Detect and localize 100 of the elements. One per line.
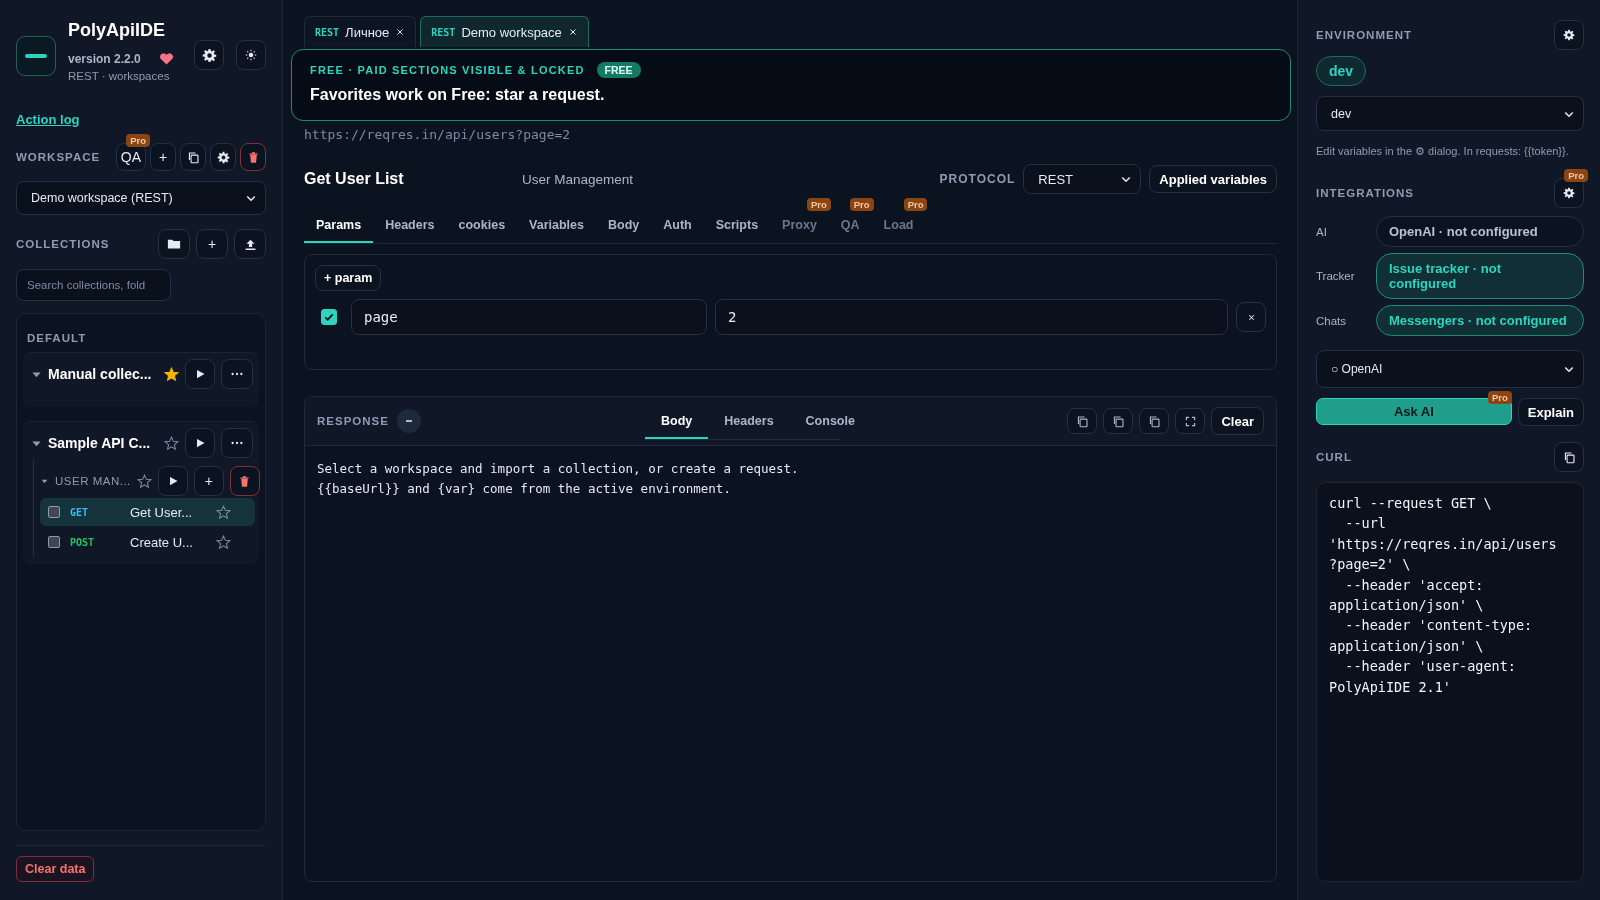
version-label: version 2.2.0: [68, 51, 141, 66]
response-text: Select a workspace and import a collection, or create a request.: [317, 460, 800, 478]
add-collection-button[interactable]: +: [196, 229, 228, 259]
param-value-field[interactable]: 2: [715, 299, 1228, 335]
workspace-label: WORKSPACE: [16, 151, 102, 163]
copy-button[interactable]: [1139, 408, 1170, 434]
copy-icon: [1562, 450, 1576, 464]
settings-icon: [1563, 29, 1575, 41]
workspace-settings-button[interactable]: [210, 143, 236, 171]
ai-provider-select[interactable]: ○ OpenAI: [1316, 350, 1584, 388]
curl-code: curl --request GET \ --url 'https://reqres.in/api/users ?page=2' \ --header 'accept: application/json' \ --header 'content-type: application/json' \ --header 'user-agent: PolyApiIDE 2.1': [1316, 482, 1584, 882]
environment-settings-button[interactable]: [1554, 20, 1584, 50]
method-label: POST: [70, 536, 96, 548]
request-title: Get User List: [304, 170, 405, 188]
run-button[interactable]: [185, 359, 215, 389]
request-tab[interactable]: Load: [871, 212, 926, 243]
integration-button[interactable]: Issue tracker · not configured: [1376, 253, 1584, 299]
collection-name[interactable]: Manual collec...: [48, 366, 158, 382]
trash-icon: [246, 150, 260, 164]
response-label: RESPONSE: [317, 415, 389, 427]
group-label: DEFAULT: [26, 331, 88, 346]
tab-title: Личное: [345, 24, 390, 40]
pro-badge: Pro: [1487, 391, 1512, 404]
qa-button[interactable]: QA: [115, 143, 146, 171]
workspace-tab[interactable]: REST Личное: [304, 16, 417, 47]
integration-button[interactable]: OpenAI · not configured: [1376, 216, 1584, 247]
request-tab[interactable]: cookies: [446, 212, 518, 243]
search-field[interactable]: Search collections, fold: [16, 269, 171, 301]
add-request-button[interactable]: +: [193, 466, 224, 496]
add-workspace-button[interactable]: +: [150, 143, 176, 171]
protocol-select[interactable]: REST: [1023, 164, 1142, 194]
star-icon[interactable]: [136, 473, 152, 489]
integration-label: Tracker: [1316, 270, 1356, 282]
integrations-label: INTEGRATIONS: [1316, 187, 1415, 199]
environment-select[interactable]: dev: [1316, 96, 1584, 131]
pro-badge: Pro: [126, 134, 150, 147]
integrations-settings-button[interactable]: [1554, 178, 1584, 208]
workspace-select[interactable]: Demo workspace (REST): [16, 181, 266, 215]
copy-button[interactable]: [1554, 442, 1584, 472]
checkbox[interactable]: [48, 536, 60, 548]
protocol-tag: REST: [315, 26, 340, 38]
import-button[interactable]: [234, 229, 266, 259]
heart-icon: [158, 51, 174, 66]
tab-title: Demo workspace: [461, 24, 562, 40]
copy-button[interactable]: [1103, 408, 1134, 434]
request-tab[interactable]: Headers: [373, 212, 447, 243]
checkbox[interactable]: [321, 309, 337, 325]
request-tab[interactable]: QA: [828, 212, 872, 243]
collection-name[interactable]: Sample API C...: [48, 435, 158, 451]
star-icon[interactable]: [216, 534, 231, 550]
copy-button[interactable]: [1067, 408, 1098, 434]
fullscreen-button[interactable]: [1175, 408, 1206, 434]
pro-badge: Pro: [1564, 169, 1588, 182]
integration-button[interactable]: Messengers · not configured: [1376, 305, 1584, 336]
checkbox[interactable]: [48, 506, 60, 518]
applied-variables-button[interactable]: Applied variables: [1149, 165, 1277, 193]
theme-button[interactable]: [236, 40, 266, 70]
action-log-link[interactable]: Action log: [16, 112, 80, 127]
run-button[interactable]: [157, 466, 188, 496]
run-button[interactable]: [185, 428, 215, 458]
add-param-button[interactable]: + param: [315, 265, 382, 291]
delete-button[interactable]: [229, 466, 260, 496]
clear-data-button[interactable]: Clear data: [16, 856, 95, 882]
param-key-field[interactable]: page: [351, 299, 707, 335]
integration-label: AI: [1316, 225, 1328, 238]
response-tab[interactable]: Headers: [708, 402, 790, 439]
protocol-label: PROTOCOL: [939, 172, 1016, 186]
settings-icon: [201, 47, 217, 63]
request-item[interactable]: POST Create U...: [40, 528, 255, 556]
app-subtitle: REST · workspaces: [68, 70, 171, 82]
request-tab[interactable]: Variables: [517, 212, 596, 243]
pro-badge: Pro: [807, 198, 831, 211]
request-tab[interactable]: Auth: [651, 212, 704, 243]
star-icon[interactable]: [216, 504, 231, 520]
environment-chip[interactable]: dev: [1316, 56, 1367, 86]
star-icon[interactable]: [164, 366, 179, 382]
request-tab[interactable]: Scripts: [703, 212, 771, 243]
integration-label: Chats: [1316, 314, 1348, 327]
pro-badge: Pro: [903, 198, 928, 211]
duplicate-button[interactable]: [180, 143, 206, 171]
url-text: https://reqres.in/api/users?page=2: [304, 127, 572, 142]
request-name: Get User...: [130, 504, 194, 520]
workspace-tab[interactable]: REST Demo workspace: [420, 16, 589, 47]
play-icon: [194, 368, 206, 380]
request-tab[interactable]: Proxy: [770, 212, 829, 243]
response-tab[interactable]: Body: [645, 402, 709, 439]
response-tab[interactable]: Console: [789, 402, 871, 439]
copy-icon: [1075, 414, 1089, 428]
delete-button[interactable]: [240, 143, 266, 171]
app-name: PolyApiIDE: [68, 20, 166, 41]
star-icon[interactable]: [164, 435, 179, 451]
settings-button[interactable]: [194, 40, 224, 70]
request-tab[interactable]: Body: [596, 212, 652, 243]
folder-name[interactable]: USER MAN...: [55, 475, 131, 487]
banner-message: Favorites work on Free: star a request.: [310, 86, 606, 104]
clear-button[interactable]: Clear: [1211, 407, 1264, 435]
request-tab[interactable]: Params: [304, 212, 374, 243]
explain-button[interactable]: Explain: [1517, 398, 1584, 426]
request-item[interactable]: GET Get User...: [40, 498, 255, 526]
new-folder-button[interactable]: [158, 229, 190, 259]
